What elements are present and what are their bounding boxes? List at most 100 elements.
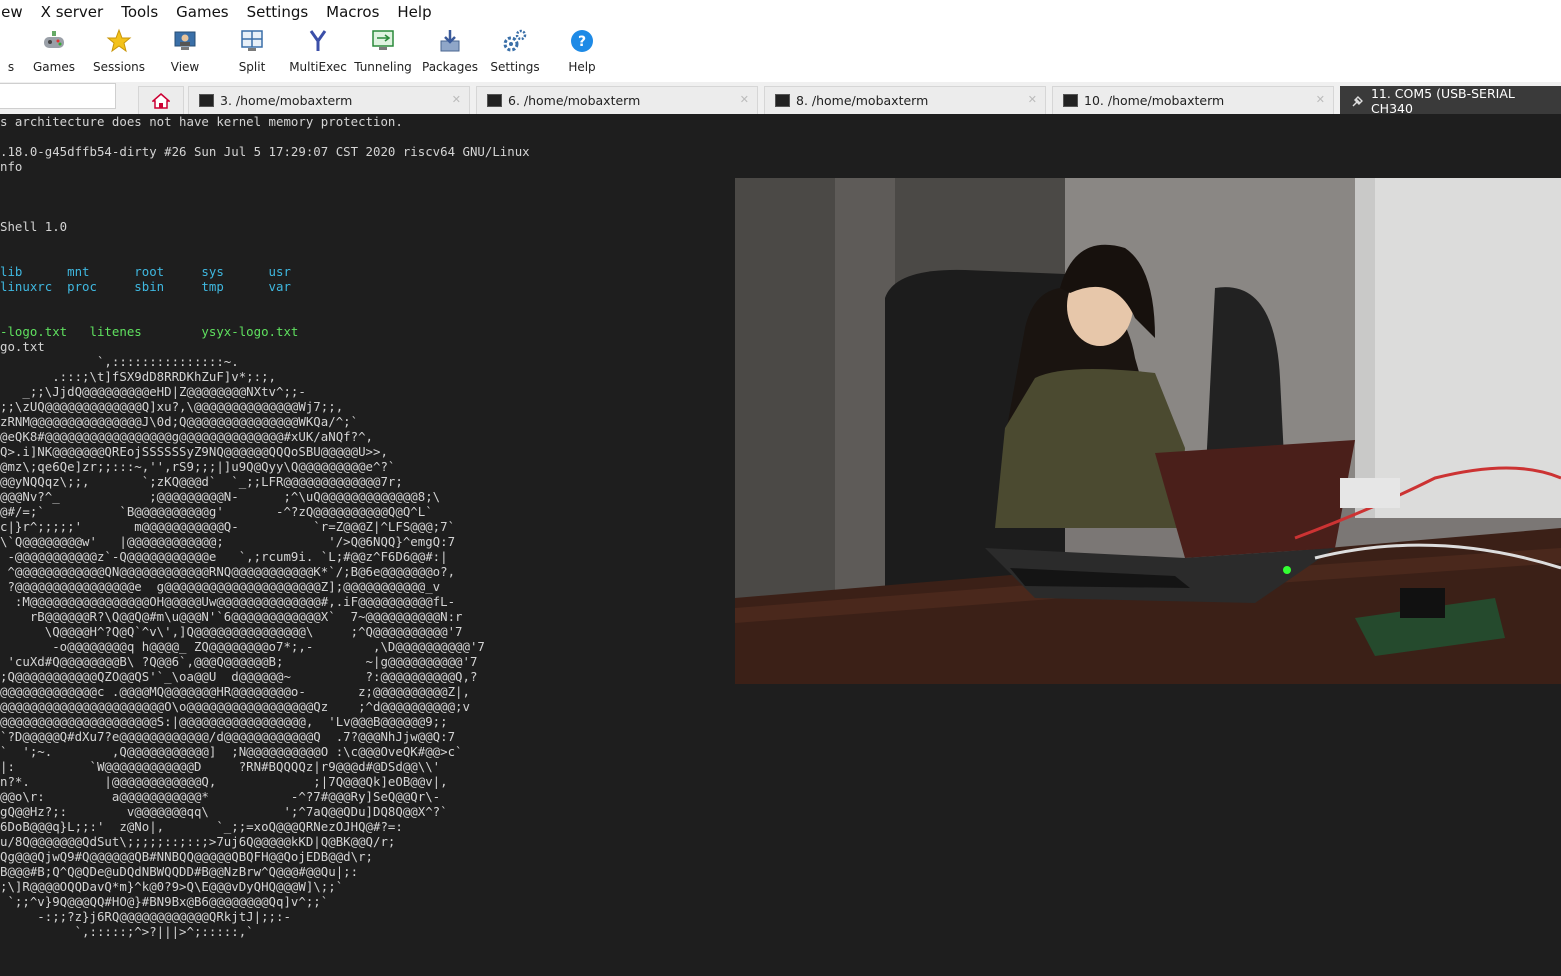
settings-button[interactable]: Settings — [490, 26, 540, 80]
serial-plug-icon — [1352, 95, 1363, 106]
terminal-line: u/8Q@@@@@@@QdSut\;;;;;::;::;>7uj6Q@@@@@k… — [0, 834, 396, 849]
terminal-line: _;;\JjdQ@@@@@@@@@eHD|Z@@@@@@@@NXtv^;;- — [0, 384, 306, 399]
tab-label: 8. /home/mobaxterm — [796, 93, 929, 108]
gears-icon — [503, 29, 527, 52]
terminal-line: Qg@@@QjwQ9#Q@@@@@@QB#NNBQQ@@@@@QBQFH@@Qo… — [0, 849, 373, 864]
tab-session-3[interactable]: 3. /home/mobaxterm ✕ — [188, 86, 470, 114]
terminal-line: B@@@#B;Q^Q@QDe@uDQdNBWQQDD#B@@NzBrw^Q@@@… — [0, 864, 359, 879]
terminal-output: s architecture does not have kernel memo… — [0, 114, 530, 939]
terminal-line: @eQK8#@@@@@@@@@@@@@@@@@g@@@@@@@@@@@@@@#x… — [0, 429, 373, 444]
sessions-button[interactable]: Sessions — [93, 26, 145, 80]
close-icon[interactable]: ✕ — [452, 93, 461, 106]
toolbar-label: s — [7, 60, 15, 74]
view-button[interactable]: View — [168, 26, 202, 80]
terminal-line: .:::;\t]fSX9dD8RRDKhZuF]v*;:;, — [0, 369, 277, 384]
menu-settings[interactable]: Settings — [247, 3, 309, 21]
terminal-line: @@o\r: a@@@@@@@@@@@* -^?7#@@@Ry]SeQ@@Qr\… — [0, 789, 441, 804]
terminal-line: c|}r^;;;;;' m@@@@@@@@@@@Q- `r=Z@@@Z|^LFS… — [0, 519, 456, 534]
help-button[interactable]: ? Help — [568, 26, 596, 80]
toolbar-partial-button[interactable]: s — [0, 26, 24, 80]
toolbar-label: Games — [33, 60, 75, 74]
terminal-line: `?D@@@@@Q#dXu7?e@@@@@@@@@@@@/d@@@@@@@@@@… — [0, 729, 456, 744]
home-tab[interactable] — [138, 86, 184, 114]
terminal-line: ^@@@@@@@@@@@@QN@@@@@@@@@@@@RNQ@@@@@@@@@@… — [0, 564, 456, 579]
tab-label: 6. /home/mobaxterm — [508, 93, 641, 108]
terminal-line: `;;^v}9Q@@@QQ#HO@}#BN9Bx@B6@@@@@@@@Qq]v^… — [0, 894, 329, 909]
terminal-line: @#/=;` `B@@@@@@@@@@g' -^?zQ@@@@@@@@@@Q@Q… — [0, 504, 433, 519]
terminal-line: ` ';~. ,Q@@@@@@@@@@@] ;N@@@@@@@@@@O :\c@… — [0, 744, 463, 759]
terminal-line: `,:::::::::::::::~. — [0, 354, 239, 369]
tab-bar: 3. /home/mobaxterm ✕ 6. /home/mobaxterm … — [0, 82, 1561, 116]
terminal-line: -@@@@@@@@@@@z`-Q@@@@@@@@@@@e `,;rcum9i. … — [0, 549, 448, 564]
toolbar-label: Tunneling — [354, 60, 412, 74]
split-icon — [241, 30, 263, 51]
home-icon — [152, 92, 170, 109]
svg-text:?: ? — [578, 34, 586, 50]
terminal-line: zRNM@@@@@@@@@@@@@@@J\0d;Q@@@@@@@@@@@@@@@… — [0, 414, 359, 429]
terminal-line: @mz\;qe6Qe]zr;;:::~,'',rS9;;;|]u9Q@Qyy\Q… — [0, 459, 396, 474]
toolbar-label: Settings — [490, 60, 540, 74]
menu-macros[interactable]: Macros — [326, 3, 379, 21]
terminal-line: linuxrc proc sbin tmp var — [0, 279, 291, 294]
terminal-line: s architecture does not have kernel memo… — [0, 114, 403, 129]
menu-games[interactable]: Games — [176, 3, 228, 21]
terminal-line: Q>.i]NK@@@@@@@QREojSSSSSSyZ9NQ@@@@@@QQQo… — [0, 444, 388, 459]
packages-button[interactable]: Packages — [422, 26, 478, 80]
terminal-line: Shell 1.0 — [0, 219, 68, 234]
help-icon: ? — [571, 30, 593, 52]
tunneling-button[interactable]: Tunneling — [354, 26, 412, 80]
terminal-line: -:;;?z}j6RQ@@@@@@@@@@@@QRkjtJ|;;:- — [0, 909, 291, 924]
terminal-line: rB@@@@@@R?\Q@@Q@#m\u@@@N'`6@@@@@@@@@@@@X… — [0, 609, 463, 624]
star-icon — [106, 28, 132, 53]
close-icon[interactable]: ✕ — [1028, 93, 1037, 106]
close-icon[interactable]: ✕ — [1316, 93, 1325, 106]
terminal-line: -o@@@@@@@@q h@@@@_ ZQ@@@@@@@@o7*;,- ,\D@… — [0, 639, 485, 654]
tab-session-10[interactable]: 10. /home/mobaxterm ✕ — [1052, 86, 1334, 114]
quick-connect-input[interactable] — [0, 83, 116, 109]
terminal-line: lib mnt root sys usr — [0, 264, 291, 279]
video-frame-image — [735, 178, 1561, 684]
tab-session-6[interactable]: 6. /home/mobaxterm ✕ — [476, 86, 758, 114]
packages-icon — [440, 30, 460, 52]
terminal-line: `,:::::;^>?|||>^;:::::,` — [0, 924, 254, 939]
terminal-line: @@@Nv?^_ ;@@@@@@@@@N- ;^\uQ@@@@@@@@@@@@@… — [0, 489, 441, 504]
terminal-line: ?@@@@@@@@@@@@@@@@e g@@@@@@@@@@@@@@@@@@@@… — [0, 579, 441, 594]
terminal-line: ;Q@@@@@@@@@@@QZO@@QS'`_\oa@@U d@@@@@@~ ?… — [0, 669, 478, 684]
games-button[interactable]: Games — [33, 26, 75, 80]
partial-icon — [0, 28, 24, 54]
tab-label: 11. COM5 (USB-SERIAL CH340 — [1370, 85, 1515, 116]
terminal-line: ;;\zUQ@@@@@@@@@@@@@Q]xu?,\@@@@@@@@@@@@@@… — [0, 399, 344, 414]
terminal-line: @@@@@@@@@@@@@@@@@@@@@@O\o@@@@@@@@@@@@@@@… — [0, 699, 470, 714]
split-button[interactable]: Split — [237, 26, 267, 80]
tunneling-icon — [372, 30, 394, 50]
toolbar-label: Packages — [422, 60, 478, 74]
terminal-line: nfo — [0, 159, 23, 174]
tab-session-11-serial[interactable]: 11. COM5 (USB-SERIAL CH340 — [1340, 85, 1561, 116]
gamepad-icon — [44, 31, 64, 48]
toolbar-label: Help — [568, 60, 596, 74]
tab-session-8[interactable]: 8. /home/mobaxterm ✕ — [764, 86, 1046, 114]
tab-label: 3. /home/mobaxterm — [220, 93, 353, 108]
terminal-line: \`Q@@@@@@@@w' |@@@@@@@@@@@@; '/>Q@6NQQ}^… — [0, 534, 456, 549]
multiexec-button[interactable]: MultiExec — [289, 26, 347, 80]
menu-tools[interactable]: Tools — [121, 3, 158, 21]
terminal-line: 'cuXd#Q@@@@@@@@B\ ?Q@@6`,@@@Q@@@@@@B; ~|… — [0, 654, 478, 669]
menu-x-server[interactable]: X server — [41, 3, 104, 21]
terminal-icon — [1063, 94, 1078, 107]
menu-help[interactable]: Help — [397, 3, 431, 21]
toolbar-label: Split — [238, 60, 266, 74]
terminal-line: .18.0-g45dffb54-dirty #26 Sun Jul 5 17:2… — [0, 144, 530, 159]
tab-label: 10. /home/mobaxterm — [1084, 93, 1225, 108]
terminal-line: :M@@@@@@@@@@@@@@@@OH@@@@@Uw@@@@@@@@@@@@@… — [0, 594, 456, 609]
close-icon[interactable]: ✕ — [740, 93, 749, 106]
terminal-line: gQ@@Hz?;: v@@@@@@@qq\ ';^7aQ@@QDu]DQ8Q@@… — [0, 804, 448, 819]
toolbar-label: View — [170, 60, 200, 74]
menu-view[interactable]: iew — [0, 3, 23, 21]
view-icon — [174, 31, 196, 50]
terminal-line: 6DoB@@@q}L;;:' z@No|, `_;;=xoQ@@@QRNezOJ… — [0, 819, 403, 834]
